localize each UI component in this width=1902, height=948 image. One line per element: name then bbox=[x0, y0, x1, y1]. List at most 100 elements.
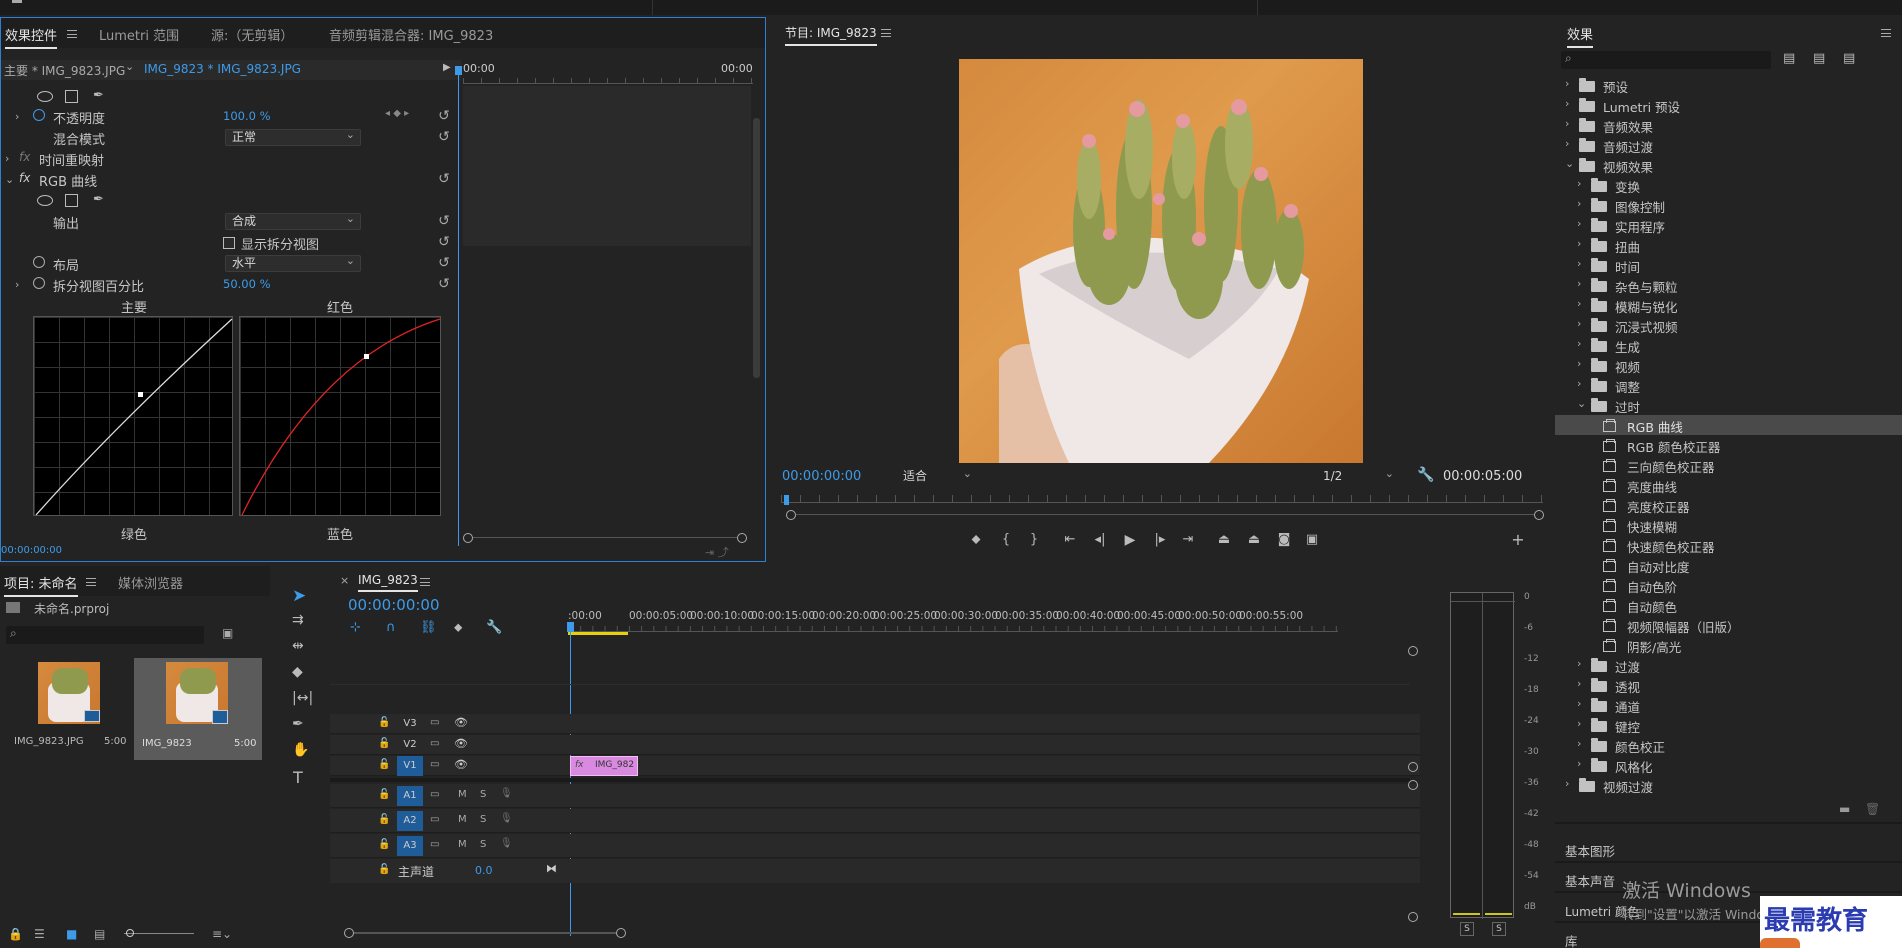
delete-icon[interactable]: 🗑 bbox=[1865, 802, 1880, 816]
icon-view-icon[interactable]: ■ bbox=[66, 927, 77, 941]
essential-sound-label[interactable]: 基本声音 bbox=[1565, 871, 1615, 890]
program-zoom-bar[interactable] bbox=[786, 510, 1544, 520]
effects-tree-item[interactable]: › 预设 bbox=[1555, 75, 1902, 95]
chevron-right-icon[interactable]: › bbox=[1577, 657, 1581, 670]
slip-tool-icon[interactable]: |↔| bbox=[292, 690, 313, 706]
chevron-right-icon[interactable]: › bbox=[1577, 757, 1581, 770]
effects-tree-item[interactable]: 三向颜色校正器 bbox=[1555, 455, 1902, 475]
sequence-clip-label[interactable]: IMG_9823 * IMG_9823.JPG bbox=[144, 62, 301, 76]
reset-icon[interactable]: ↺ bbox=[437, 256, 451, 270]
tab-program[interactable]: 节目: IMG_9823 bbox=[785, 24, 877, 46]
pen-mask-icon[interactable]: ✒ bbox=[93, 88, 104, 103]
red-curve-graph[interactable] bbox=[239, 316, 441, 516]
chevron-right-icon[interactable]: › bbox=[1577, 177, 1581, 190]
program-timecode[interactable]: 00:00:00:00 bbox=[782, 469, 861, 484]
effects-tree-item[interactable]: ⌄ 过时 bbox=[1555, 395, 1902, 415]
step-back-icon[interactable]: ◂| bbox=[1091, 531, 1109, 549]
effects-tree-item[interactable]: › 生成 bbox=[1555, 335, 1902, 355]
tab-lumetri-scopes[interactable]: Lumetri 范围 bbox=[99, 25, 179, 44]
effects-tree-item[interactable]: › 沉浸式视频 bbox=[1555, 315, 1902, 335]
timeline-ruler[interactable]: :00:00 00:00:05:00 00:00:10:00 00:00:15:00 0… bbox=[568, 610, 1348, 626]
reset-icon[interactable]: ↺ bbox=[437, 109, 451, 123]
lock-icon[interactable]: 🔓 bbox=[378, 789, 390, 800]
mute-button[interactable]: M bbox=[458, 839, 467, 850]
mark-in-icon[interactable]: { bbox=[997, 531, 1015, 549]
compare-view-icon[interactable]: ▣ bbox=[1303, 531, 1321, 549]
find-icon[interactable]: ▣ bbox=[222, 626, 233, 640]
rectangle-mask-icon[interactable] bbox=[65, 90, 78, 103]
tab-sequence[interactable]: IMG_9823 bbox=[358, 573, 418, 592]
zoom-slider-handle[interactable] bbox=[126, 929, 134, 937]
play-triangle-icon[interactable]: ▶ bbox=[443, 62, 451, 73]
chevron-right-icon[interactable]: › bbox=[1577, 297, 1581, 310]
tab-source[interactable]: 源:（无剪辑） bbox=[211, 25, 293, 44]
effects-tree-item[interactable]: › 视频 bbox=[1555, 355, 1902, 375]
chevron-right-icon[interactable]: › bbox=[1577, 677, 1581, 690]
effects-tree-item[interactable]: RGB 颜色校正器 bbox=[1555, 435, 1902, 455]
effects-tree-item[interactable]: 亮度曲线 bbox=[1555, 475, 1902, 495]
eye-icon[interactable]: 👁 bbox=[454, 716, 468, 729]
reset-icon[interactable]: ↺ bbox=[437, 130, 451, 144]
layout-select[interactable]: 水平 bbox=[225, 253, 361, 272]
opacity-value[interactable]: 100.0 % bbox=[223, 109, 271, 123]
essential-graphics-label[interactable]: 基本图形 bbox=[1565, 841, 1615, 860]
panel-menu-icon[interactable] bbox=[881, 29, 891, 37]
mute-button[interactable]: M bbox=[458, 789, 467, 800]
snap-icon[interactable]: ∩ bbox=[386, 620, 396, 635]
effects-tree-item[interactable]: › 调整 bbox=[1555, 375, 1902, 395]
track-label[interactable]: V3 bbox=[397, 714, 423, 734]
tab-effect-controls[interactable]: 效果控件 bbox=[5, 25, 58, 49]
mute-button[interactable]: M bbox=[458, 814, 467, 825]
chevron-right-icon[interactable]: › bbox=[1565, 137, 1569, 150]
track-label[interactable]: V2 bbox=[397, 735, 423, 755]
effects-tree-item[interactable]: RGB 曲线 bbox=[1555, 415, 1902, 435]
split-view-checkbox[interactable] bbox=[223, 237, 235, 249]
pen-mask-icon[interactable]: ✒ bbox=[93, 192, 104, 207]
ec-playhead-handle[interactable] bbox=[455, 66, 462, 75]
fx-icon[interactable]: fx bbox=[19, 171, 30, 185]
chevron-right-icon[interactable]: › bbox=[1577, 717, 1581, 730]
master-curve[interactable] bbox=[34, 317, 234, 517]
libraries-label[interactable]: 库 bbox=[1565, 931, 1578, 948]
list-view-icon[interactable]: ☰ bbox=[34, 927, 45, 941]
type-tool-icon[interactable]: T bbox=[293, 768, 303, 787]
effects-tree-item[interactable]: › 模糊与锐化 bbox=[1555, 295, 1902, 315]
mark-out-icon[interactable]: } bbox=[1025, 531, 1043, 549]
chevron-down-icon[interactable]: ⌄ bbox=[1577, 397, 1586, 410]
lock-icon[interactable]: 🔒 bbox=[8, 927, 23, 941]
meter-solo-right[interactable]: S bbox=[1492, 922, 1506, 936]
effects-tree-item[interactable]: 亮度校正器 bbox=[1555, 495, 1902, 515]
track-select-tool-icon[interactable]: ⇉ bbox=[292, 612, 304, 628]
vscroll-handle[interactable] bbox=[1408, 646, 1418, 656]
effects-tree-item[interactable]: › 变换 bbox=[1555, 175, 1902, 195]
effects-tree-item[interactable]: 阴影/高光 bbox=[1555, 635, 1902, 655]
resolution-select[interactable]: 1/2 bbox=[1317, 466, 1399, 486]
effects-tree-item[interactable]: › 键控 bbox=[1555, 715, 1902, 735]
chevron-right-icon[interactable]: › bbox=[1577, 197, 1581, 210]
program-ruler[interactable] bbox=[781, 495, 1543, 503]
meter-solo-left[interactable]: S bbox=[1460, 922, 1474, 936]
effects-tree-item[interactable]: › 通道 bbox=[1555, 695, 1902, 715]
vscroll-handle[interactable] bbox=[1408, 780, 1418, 790]
chevron-right-icon[interactable]: › bbox=[1565, 777, 1569, 790]
reset-icon[interactable]: ↺ bbox=[437, 277, 451, 291]
panel-menu-icon[interactable] bbox=[67, 30, 77, 38]
add-marker-icon[interactable]: ⬥ bbox=[967, 531, 985, 549]
tab-project[interactable]: 项目: 未命名 bbox=[4, 573, 78, 597]
chevron-right-icon[interactable]: › bbox=[15, 278, 19, 291]
lock-icon[interactable]: 🔓 bbox=[378, 864, 390, 875]
play-icon[interactable]: ▶ bbox=[1121, 531, 1139, 549]
chevron-down-icon[interactable]: ⌄ bbox=[1565, 157, 1574, 170]
solo-button[interactable]: S bbox=[480, 839, 486, 850]
effects-tree-item[interactable]: › 时间 bbox=[1555, 255, 1902, 275]
linked-selection-icon[interactable]: ⛓ bbox=[420, 620, 437, 635]
split-percent-value[interactable]: 50.00 % bbox=[223, 277, 271, 291]
effects-tree-item[interactable]: › 实用程序 bbox=[1555, 215, 1902, 235]
extract-icon[interactable]: ⏏ bbox=[1245, 531, 1263, 549]
project-search-input[interactable]: ⌕ bbox=[6, 626, 204, 644]
hand-tool-icon[interactable]: ✋ bbox=[292, 742, 309, 758]
go-to-out-icon[interactable]: ⇥ bbox=[1179, 531, 1197, 549]
effects-tree-item[interactable]: 快速模糊 bbox=[1555, 515, 1902, 535]
ellipse-mask-icon[interactable] bbox=[37, 91, 53, 102]
essential-graphics-panel[interactable]: 基本图形 bbox=[1555, 837, 1902, 863]
